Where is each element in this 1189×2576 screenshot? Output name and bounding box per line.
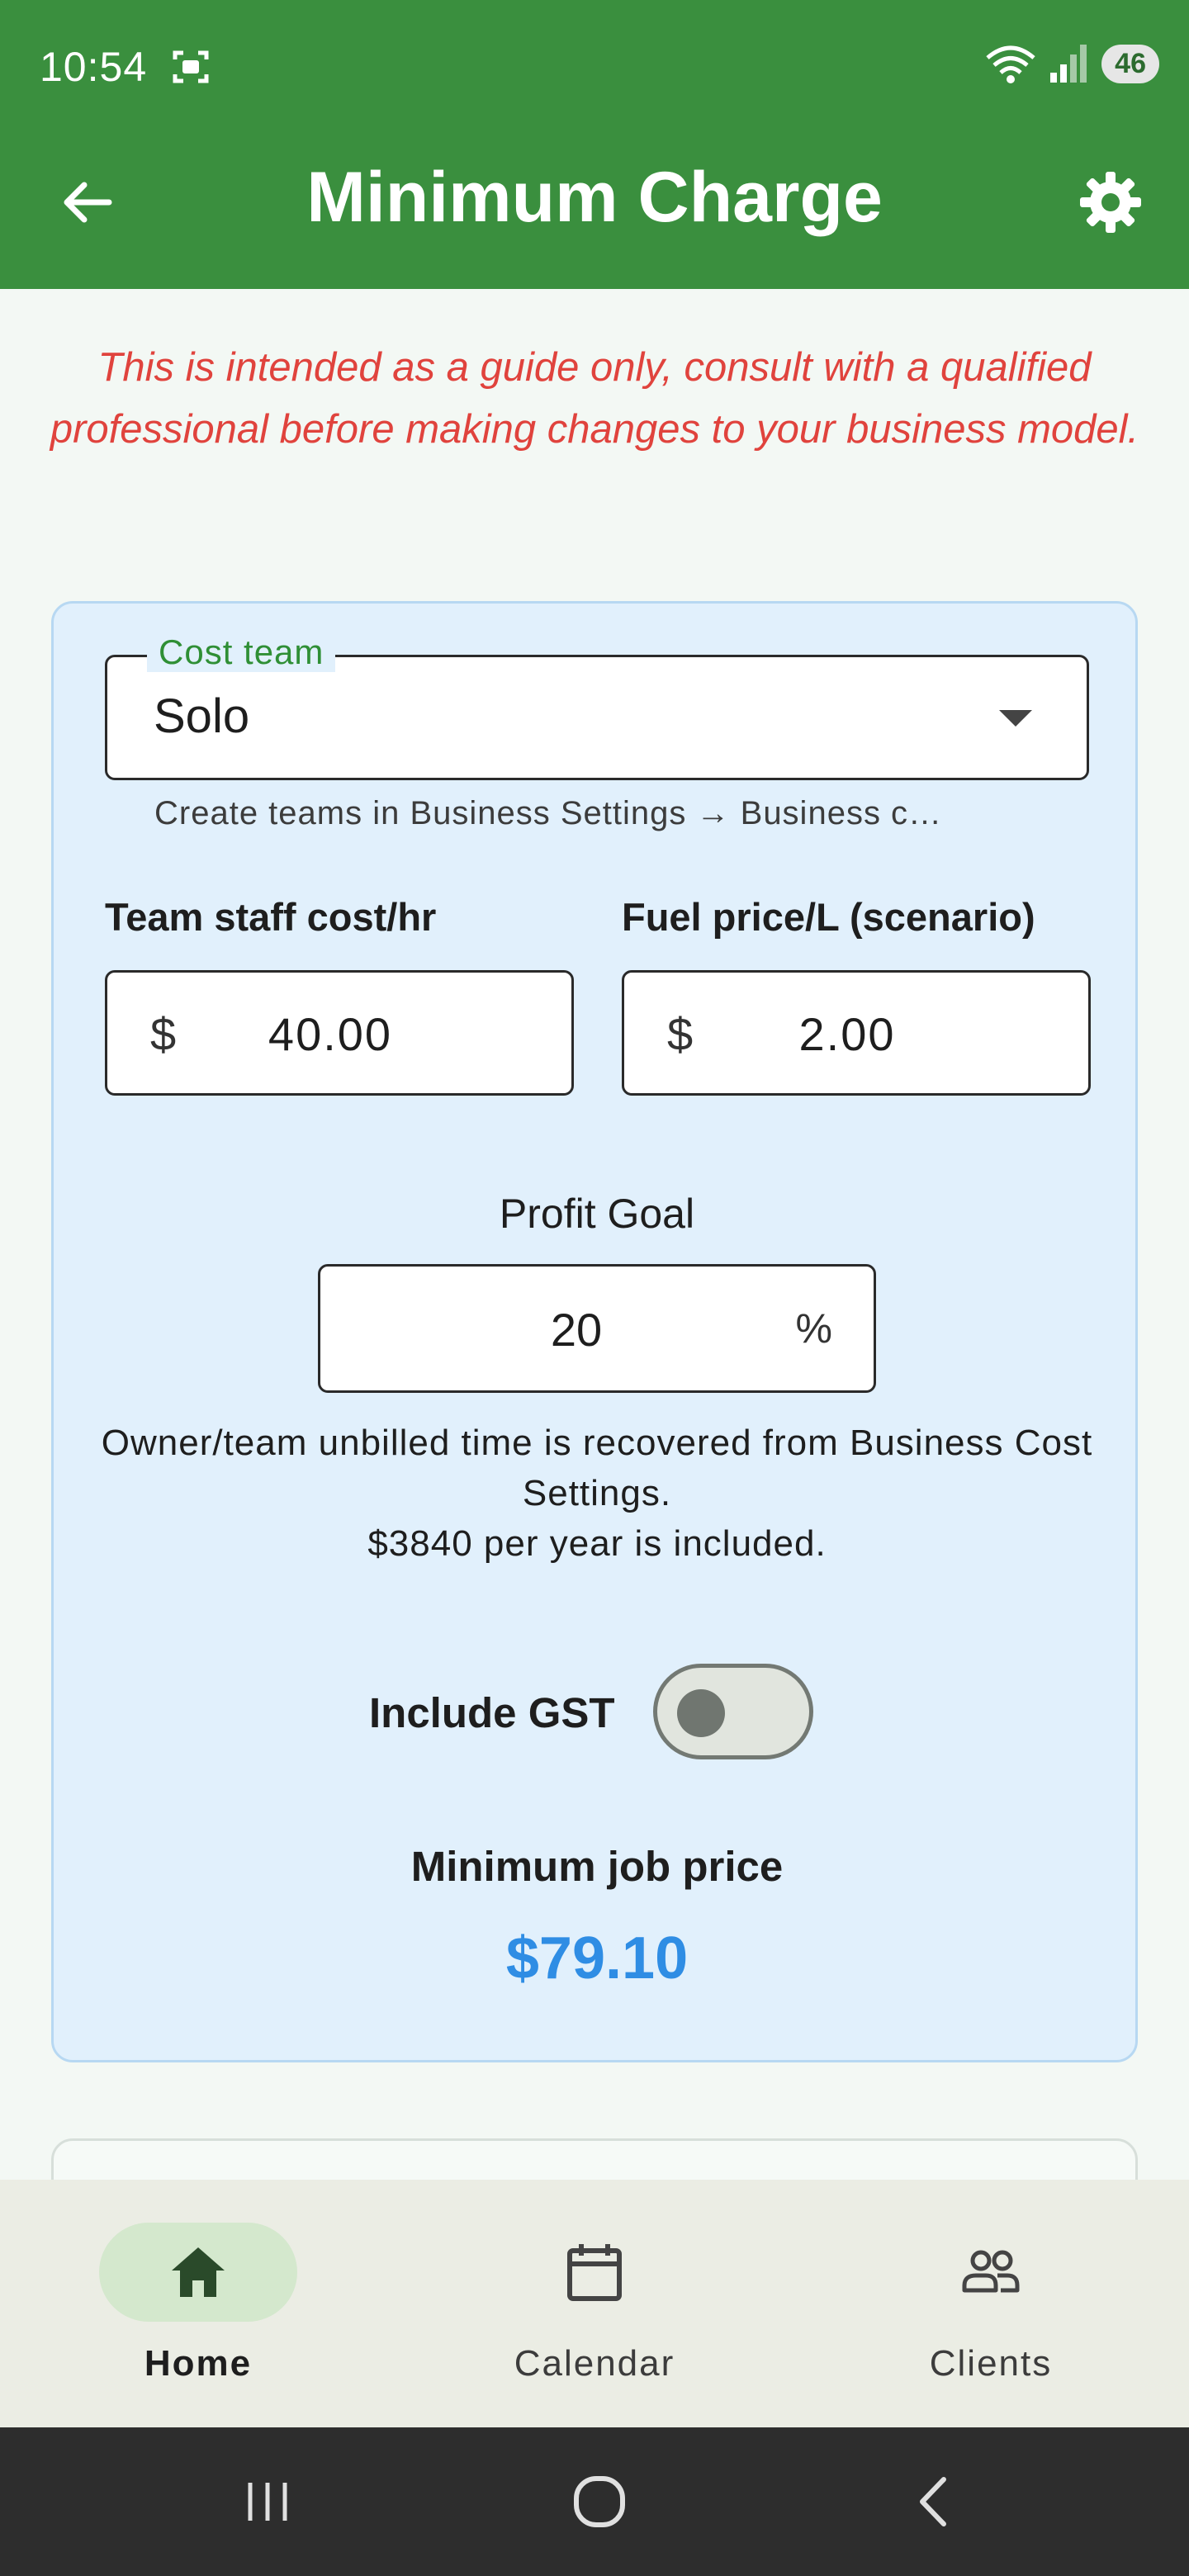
back-system-button[interactable] — [885, 2452, 984, 2551]
currency-prefix: $ — [150, 1008, 177, 1060]
nav-item-calendar[interactable]: Calendar — [396, 2180, 793, 2427]
disclaimer-text: This is intended as a guide only, consul… — [50, 345, 1139, 452]
minimum-job-price-value: $79.10 — [505, 1925, 689, 1991]
nav-item-home[interactable]: Home — [0, 2180, 396, 2427]
info-line-2: $3840 per year is included. — [367, 1523, 827, 1564]
nav-label-home: Home — [144, 2343, 253, 2384]
nav-item-clients[interactable]: Clients — [793, 2180, 1189, 2427]
nav-label-clients: Clients — [929, 2343, 1053, 2384]
calculator-card: Cost team Solo Create teams in Business … — [51, 601, 1138, 2062]
profit-goal-input[interactable]: 20 % — [318, 1264, 876, 1393]
back-chevron-icon — [920, 2477, 946, 2526]
cost-team-value: Solo — [154, 689, 250, 743]
include-gst-label: Include GST — [369, 1689, 615, 1736]
status-time: 10:54 — [40, 44, 148, 90]
app-header: 10:54 46 Minimum Charge — [0, 0, 1189, 289]
wifi-icon — [986, 45, 1035, 83]
gear-icon — [1080, 172, 1141, 233]
signal-icon — [1050, 45, 1087, 83]
cost-team-dropdown[interactable]: Cost team Solo — [105, 632, 1089, 780]
staff-cost-value: 40.00 — [268, 1008, 393, 1060]
page-title: Minimum Charge — [306, 158, 883, 237]
info-line-1: Owner/team unbilled time is recovered fr… — [101, 1423, 1093, 1513]
home-circle-icon — [574, 2476, 625, 2527]
cost-team-label: Cost team — [147, 632, 336, 672]
staff-cost-input[interactable]: $ 40.00 — [105, 970, 574, 1096]
staff-cost-label: Team staff cost/hr — [105, 895, 437, 939]
profit-goal-value: 20 — [550, 1304, 603, 1356]
settings-button[interactable] — [1073, 165, 1148, 239]
cost-team-helper: Create teams in Business Settings → Busi… — [154, 795, 943, 831]
profit-goal-label: Profit Goal — [499, 1191, 695, 1237]
include-gst-toggle[interactable] — [653, 1664, 813, 1759]
home-system-button[interactable] — [550, 2452, 649, 2551]
screenshot-icon — [173, 50, 209, 83]
system-navigation-bar — [0, 2427, 1189, 2576]
fuel-price-input[interactable]: $ 2.00 — [622, 970, 1091, 1096]
fuel-price-label: Fuel price/L (scenario) — [622, 895, 1035, 939]
percent-suffix: % — [795, 1305, 832, 1352]
nav-label-calendar: Calendar — [514, 2343, 675, 2384]
status-icons: 46 — [984, 43, 1159, 84]
home-icon — [172, 2247, 225, 2297]
clients-icon — [962, 2250, 1020, 2293]
status-bar: 10:54 46 — [0, 0, 1189, 132]
unbilled-time-info: Owner/team unbilled time is recovered fr… — [87, 1418, 1107, 1569]
bottom-navigation: Home Calendar Clients — [0, 2180, 1189, 2427]
calendar-icon — [567, 2244, 622, 2301]
battery-badge: 46 — [1101, 44, 1159, 83]
fuel-price-value: 2.00 — [798, 1008, 896, 1060]
dropdown-arrow-icon — [999, 710, 1032, 727]
recents-button[interactable] — [218, 2452, 317, 2551]
recents-icon — [248, 2483, 287, 2521]
toggle-knob — [677, 1689, 725, 1737]
currency-prefix: $ — [667, 1008, 694, 1060]
minimum-job-price-label: Minimum job price — [410, 1843, 784, 1890]
